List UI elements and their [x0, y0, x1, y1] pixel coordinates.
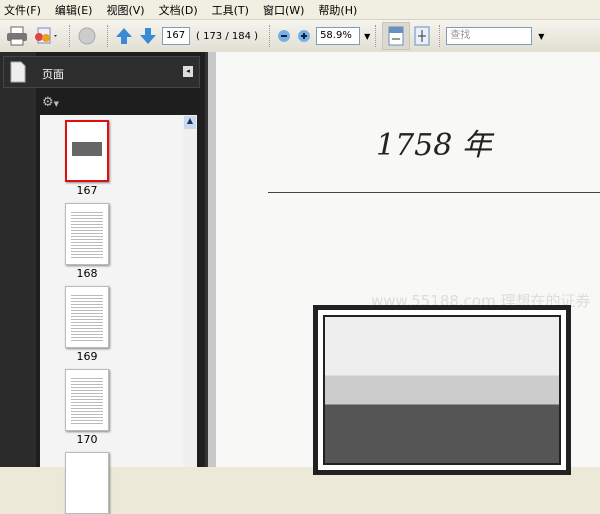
thumbnail-label: 169: [76, 350, 98, 363]
collaborate-button[interactable]: [32, 24, 60, 48]
zoom-level-input[interactable]: 58.9%: [316, 27, 361, 45]
fit-page-button[interactable]: [414, 24, 430, 48]
document-page: 1758 年 www.55188.com 理想在的证券: [216, 52, 600, 475]
scroll-up-icon[interactable]: ▲: [184, 116, 196, 129]
find-dropdown-icon[interactable]: ▼: [538, 32, 544, 41]
document-view[interactable]: 1758 年 www.55188.com 理想在的证券: [205, 52, 600, 475]
minus-icon: [278, 30, 291, 42]
pages-icon[interactable]: [10, 61, 26, 83]
zoom-in-button[interactable]: [296, 24, 312, 48]
printer-icon: [7, 26, 27, 46]
menu-help[interactable]: 帮助(H): [318, 2, 357, 18]
toolbar-separator: [375, 25, 377, 47]
fit-width-icon: [388, 26, 404, 46]
woodcut-illustration: [313, 305, 571, 475]
thumbnail-list: 167 168 169 170 ▲: [40, 115, 197, 514]
menu-window[interactable]: 窗口(W): [263, 2, 304, 18]
thumbnail-label: 168: [76, 267, 98, 280]
people-icon: [35, 27, 57, 44]
navigation-icon-column: [0, 52, 36, 467]
page-thumbnail[interactable]: [65, 369, 109, 431]
toolbar: 167 ( 173 / 184 ) 58.9% ▼ 查找 ▼: [0, 20, 600, 52]
fit-page-icon: [414, 26, 430, 46]
options-gear-icon[interactable]: ⚙▼: [42, 95, 59, 110]
arrow-up-icon: [116, 28, 132, 44]
globe-icon: [78, 27, 96, 45]
arrow-down-icon: [140, 28, 156, 44]
toolbar-separator: [107, 25, 109, 47]
page-thumbnail[interactable]: [65, 203, 109, 265]
thumbnail-label: 170: [76, 433, 98, 446]
toolbar-separator: [439, 25, 441, 47]
collapse-panel-button[interactable]: ◂: [183, 66, 193, 77]
pages-panel-header: 页面 ◂: [3, 56, 200, 88]
page-thumbnail[interactable]: [65, 120, 109, 182]
page-heading: 1758 年: [376, 128, 492, 163]
pages-panel-title: 页面: [42, 68, 64, 81]
page-count: ( 173 / 184 ): [196, 30, 259, 42]
thumbnail-scrollbar[interactable]: ▲: [183, 115, 197, 467]
pages-panel: 页面 ◂ ⚙▼ 167 168 169 170 ▲: [0, 52, 205, 514]
menu-view[interactable]: 视图(V): [106, 2, 144, 18]
plus-icon: [298, 30, 311, 42]
zoom-dropdown-icon[interactable]: ▼: [364, 32, 370, 41]
page-thumbnail[interactable]: [65, 452, 109, 514]
menu-bar: 文件(F) 编辑(E) 视图(V) 文档(D) 工具(T) 窗口(W) 帮助(H…: [0, 0, 600, 20]
next-page-button[interactable]: [138, 24, 158, 48]
menu-tools[interactable]: 工具(T): [212, 2, 249, 18]
menu-edit[interactable]: 编辑(E): [55, 2, 93, 18]
zoom-out-button[interactable]: [276, 24, 292, 48]
menu-document[interactable]: 文档(D): [159, 2, 198, 18]
thumbnail-label: 167: [76, 184, 98, 197]
fit-width-button[interactable]: [382, 22, 411, 50]
sign-button[interactable]: [76, 24, 98, 48]
menu-file[interactable]: 文件(F): [4, 2, 41, 18]
previous-page-button[interactable]: [114, 24, 134, 48]
toolbar-separator: [269, 25, 271, 47]
page-number-input[interactable]: 167: [162, 27, 190, 45]
toolbar-separator: [69, 25, 71, 47]
heading-rule: [268, 192, 600, 193]
print-button[interactable]: [6, 24, 28, 48]
find-input[interactable]: 查找: [446, 27, 533, 45]
page-thumbnail[interactable]: [65, 286, 109, 348]
